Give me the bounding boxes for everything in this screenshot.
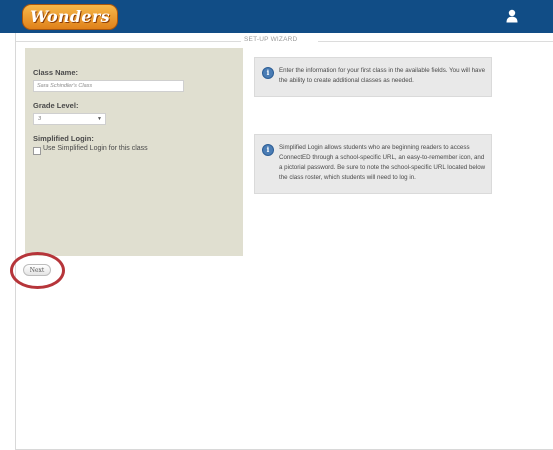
wizard-divider-right bbox=[318, 41, 553, 42]
wizard-title: SET-UP WIZARD bbox=[244, 36, 298, 43]
next-button-highlight-circle bbox=[10, 252, 65, 289]
class-name-label: Class Name: bbox=[33, 68, 79, 77]
simplified-login-label: Simplified Login: bbox=[33, 134, 94, 143]
grade-level-value: 3 bbox=[38, 116, 42, 122]
simplified-login-info-text: Simplified Login allows students who are… bbox=[279, 144, 486, 181]
first-class-info-text: Enter the information for your first cla… bbox=[279, 67, 486, 84]
grade-level-label: Grade Level: bbox=[33, 101, 79, 110]
grade-level-select[interactable]: 3 ▼ bbox=[33, 113, 106, 125]
simplified-login-checkbox[interactable] bbox=[33, 147, 41, 155]
user-icon[interactable] bbox=[506, 9, 518, 23]
first-class-info-box: i Enter the information for your first c… bbox=[254, 57, 492, 97]
info-icon: i bbox=[262, 144, 274, 156]
simplified-login-checkbox-label[interactable]: Use Simplified Login for this class bbox=[43, 145, 148, 152]
info-icon: i bbox=[262, 67, 274, 79]
simplified-login-info-box: i Simplified Login allows students who a… bbox=[254, 134, 492, 194]
chevron-down-icon: ▼ bbox=[97, 116, 102, 122]
class-name-input[interactable]: Sara Schindler's Class bbox=[33, 80, 184, 92]
wonders-logo[interactable]: Wonders bbox=[22, 4, 118, 30]
wizard-divider-left bbox=[16, 41, 241, 42]
top-bar: Wonders bbox=[0, 0, 553, 33]
